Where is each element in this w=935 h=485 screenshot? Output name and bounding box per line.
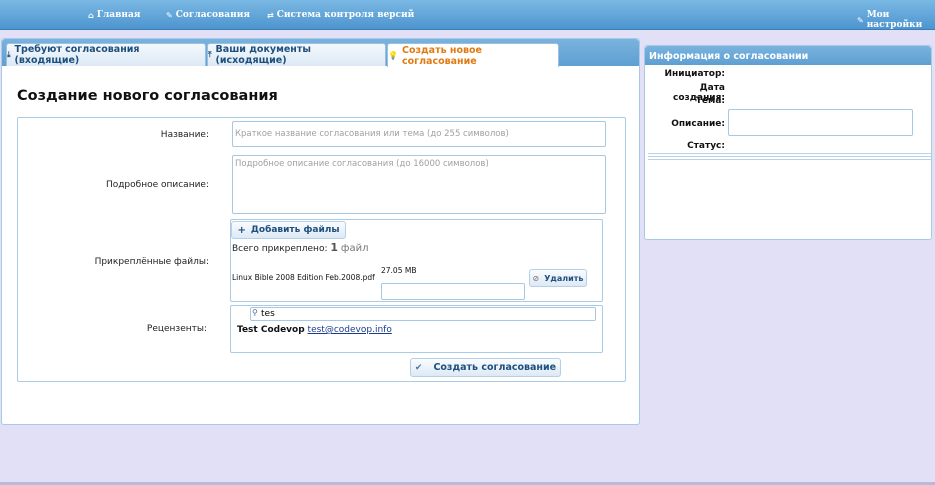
upload-icon: ⤒ <box>208 50 212 59</box>
reviewer-name: Test Codevop <box>237 325 305 335</box>
add-files-button[interactable]: + Добавить файлы <box>231 221 346 239</box>
add-files-label: Добавить файлы <box>250 225 340 235</box>
file-size: 27.05 MB <box>381 266 417 275</box>
lightbulb-icon: 💡 <box>388 51 398 60</box>
description-textarea[interactable] <box>232 155 606 214</box>
tab-create[interactable]: 💡 Создать новое согласование <box>387 43 559 67</box>
plus-icon: + <box>237 224 246 236</box>
wrench-icon: ✎ <box>857 15 864 25</box>
nav-home-label: Главная <box>96 10 141 20</box>
create-approval-button[interactable]: ✔ Создать согласование <box>410 358 561 377</box>
files-total-prefix: Всего прикреплено: <box>232 244 328 254</box>
files-total-count: 1 <box>330 241 339 254</box>
files-label: Прикреплённые файлы: <box>94 257 209 267</box>
tab-outgoing-label: Ваши документы (исходящие) <box>215 44 311 66</box>
file-name: Linux Bible 2008 Edition Feb.2008.pdf <box>232 273 375 282</box>
info-divider <box>648 153 931 154</box>
files-total: Всего прикреплено: 1 файл <box>232 241 368 254</box>
info-divider <box>648 159 931 160</box>
initiator-label: Инициатор: <box>664 69 725 79</box>
description-label: Подробное описание: <box>105 180 209 190</box>
reviewer-search[interactable]: ⚲ <box>250 307 596 321</box>
reviewer-search-input[interactable] <box>261 308 591 320</box>
tab-incoming-label: Требуют согласования (входящие) <box>14 44 140 66</box>
page-title: Создание нового согласования <box>17 88 278 104</box>
status-label: Статус: <box>687 141 725 151</box>
tab-create-label: Создать новое согласование <box>401 44 482 67</box>
tab-outgoing[interactable]: ⤒ Ваши документы (исходящие) <box>207 43 386 66</box>
reviewers-box: ⚲ Test Codevop test@codevop.info <box>230 305 603 353</box>
top-nav-bar: ⌂ Главная ✎ Согласования ⇄ Система контр… <box>0 0 935 30</box>
file-comment-input[interactable] <box>381 283 525 300</box>
delete-file-label: Удалить <box>544 273 584 283</box>
nav-settings[interactable]: ✎ Мои настройки <box>857 10 935 30</box>
nav-settings-label: Мои настройки <box>866 10 923 30</box>
home-icon: ⌂ <box>88 10 94 20</box>
create-approval-label: Создать согласование <box>433 362 557 373</box>
attached-files-box: + Добавить файлы Всего прикреплено: 1 фа… <box>230 219 603 302</box>
check-icon: ✔ <box>414 362 423 373</box>
info-divider <box>648 156 931 157</box>
reviewers-label: Рецензенты: <box>146 324 207 334</box>
info-description-field <box>728 109 913 136</box>
info-header: Информация о согласовании <box>645 46 931 65</box>
topic-label: Тема: <box>695 96 725 106</box>
nav-approvals[interactable]: ✎ Согласования <box>166 10 250 20</box>
swap-icon: ⇄ <box>267 10 274 20</box>
name-label: Название: <box>160 130 209 140</box>
cancel-icon: ⊘ <box>532 273 540 283</box>
pencil-icon: ✎ <box>166 10 173 20</box>
reviewer-email[interactable]: test@codevop.info <box>308 325 392 335</box>
search-icon: ⚲ <box>252 308 258 317</box>
info-description-label: Описание: <box>671 119 725 129</box>
info-panel: Информация о согласовании Инициатор: Дат… <box>644 45 932 240</box>
name-input[interactable] <box>232 121 606 147</box>
nav-vcs[interactable]: ⇄ Система контроля версий <box>267 10 414 20</box>
download-icon: ⤓ <box>7 50 11 59</box>
tab-incoming[interactable]: ⤓ Требуют согласования (входящие) <box>6 43 206 66</box>
tab-strip: ⤓ Требуют согласования (входящие) ⤒ Ваши… <box>2 39 639 67</box>
files-total-unit: файл <box>340 243 369 254</box>
nav-approvals-label: Согласования <box>175 10 251 20</box>
reviewer-item: Test Codevop test@codevop.info <box>237 325 392 335</box>
nav-vcs-label: Система контроля версий <box>276 10 415 20</box>
nav-home[interactable]: ⌂ Главная <box>88 10 140 20</box>
delete-file-button[interactable]: ⊘ Удалить <box>529 269 587 287</box>
